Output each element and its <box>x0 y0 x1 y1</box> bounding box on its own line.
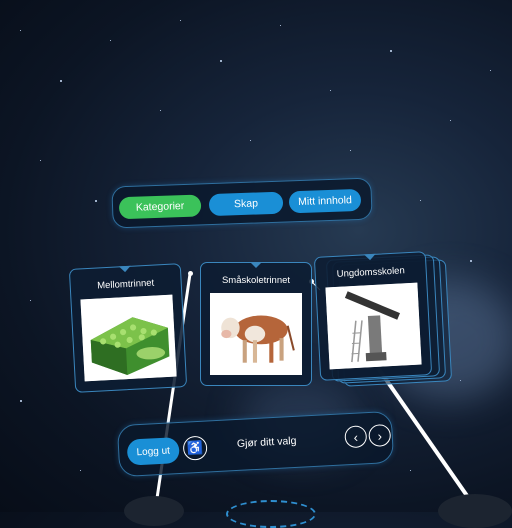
card-smaskoletrinnet[interactable]: Småskoletrinnet <box>200 262 312 386</box>
card-ungdomsskolen[interactable]: Ungdomsskolen <box>314 251 432 381</box>
card-label: Mellomtrinnet <box>71 276 181 293</box>
wheelchair-icon[interactable]: ♿ <box>183 436 208 461</box>
card-notch <box>364 254 376 261</box>
card-label: Ungdomsskolen <box>316 264 426 281</box>
pointer-dot-left <box>188 271 193 276</box>
tab-categories[interactable]: Kategorier <box>119 194 202 219</box>
chevron-right-icon[interactable]: › <box>368 424 391 447</box>
tab-create[interactable]: Skap <box>209 192 284 217</box>
logout-button[interactable]: Logg ut <box>127 437 180 466</box>
right-controller <box>438 494 512 528</box>
card-mellomtrinnet[interactable]: Mellomtrinnet <box>69 263 187 393</box>
cow-image <box>210 293 302 375</box>
plant-cells-image <box>80 295 176 382</box>
tab-my-content[interactable]: Mitt innhold <box>289 189 362 213</box>
selection-prompt: Gjør ditt valg <box>237 435 297 450</box>
card-label: Småskoletrinnet <box>201 275 311 286</box>
telescope-image <box>325 283 421 370</box>
left-controller <box>124 496 184 526</box>
card-notch <box>119 266 131 273</box>
chevron-left-icon[interactable]: ‹ <box>344 425 367 448</box>
floor-ring <box>226 500 316 528</box>
card-notch <box>250 262 262 268</box>
